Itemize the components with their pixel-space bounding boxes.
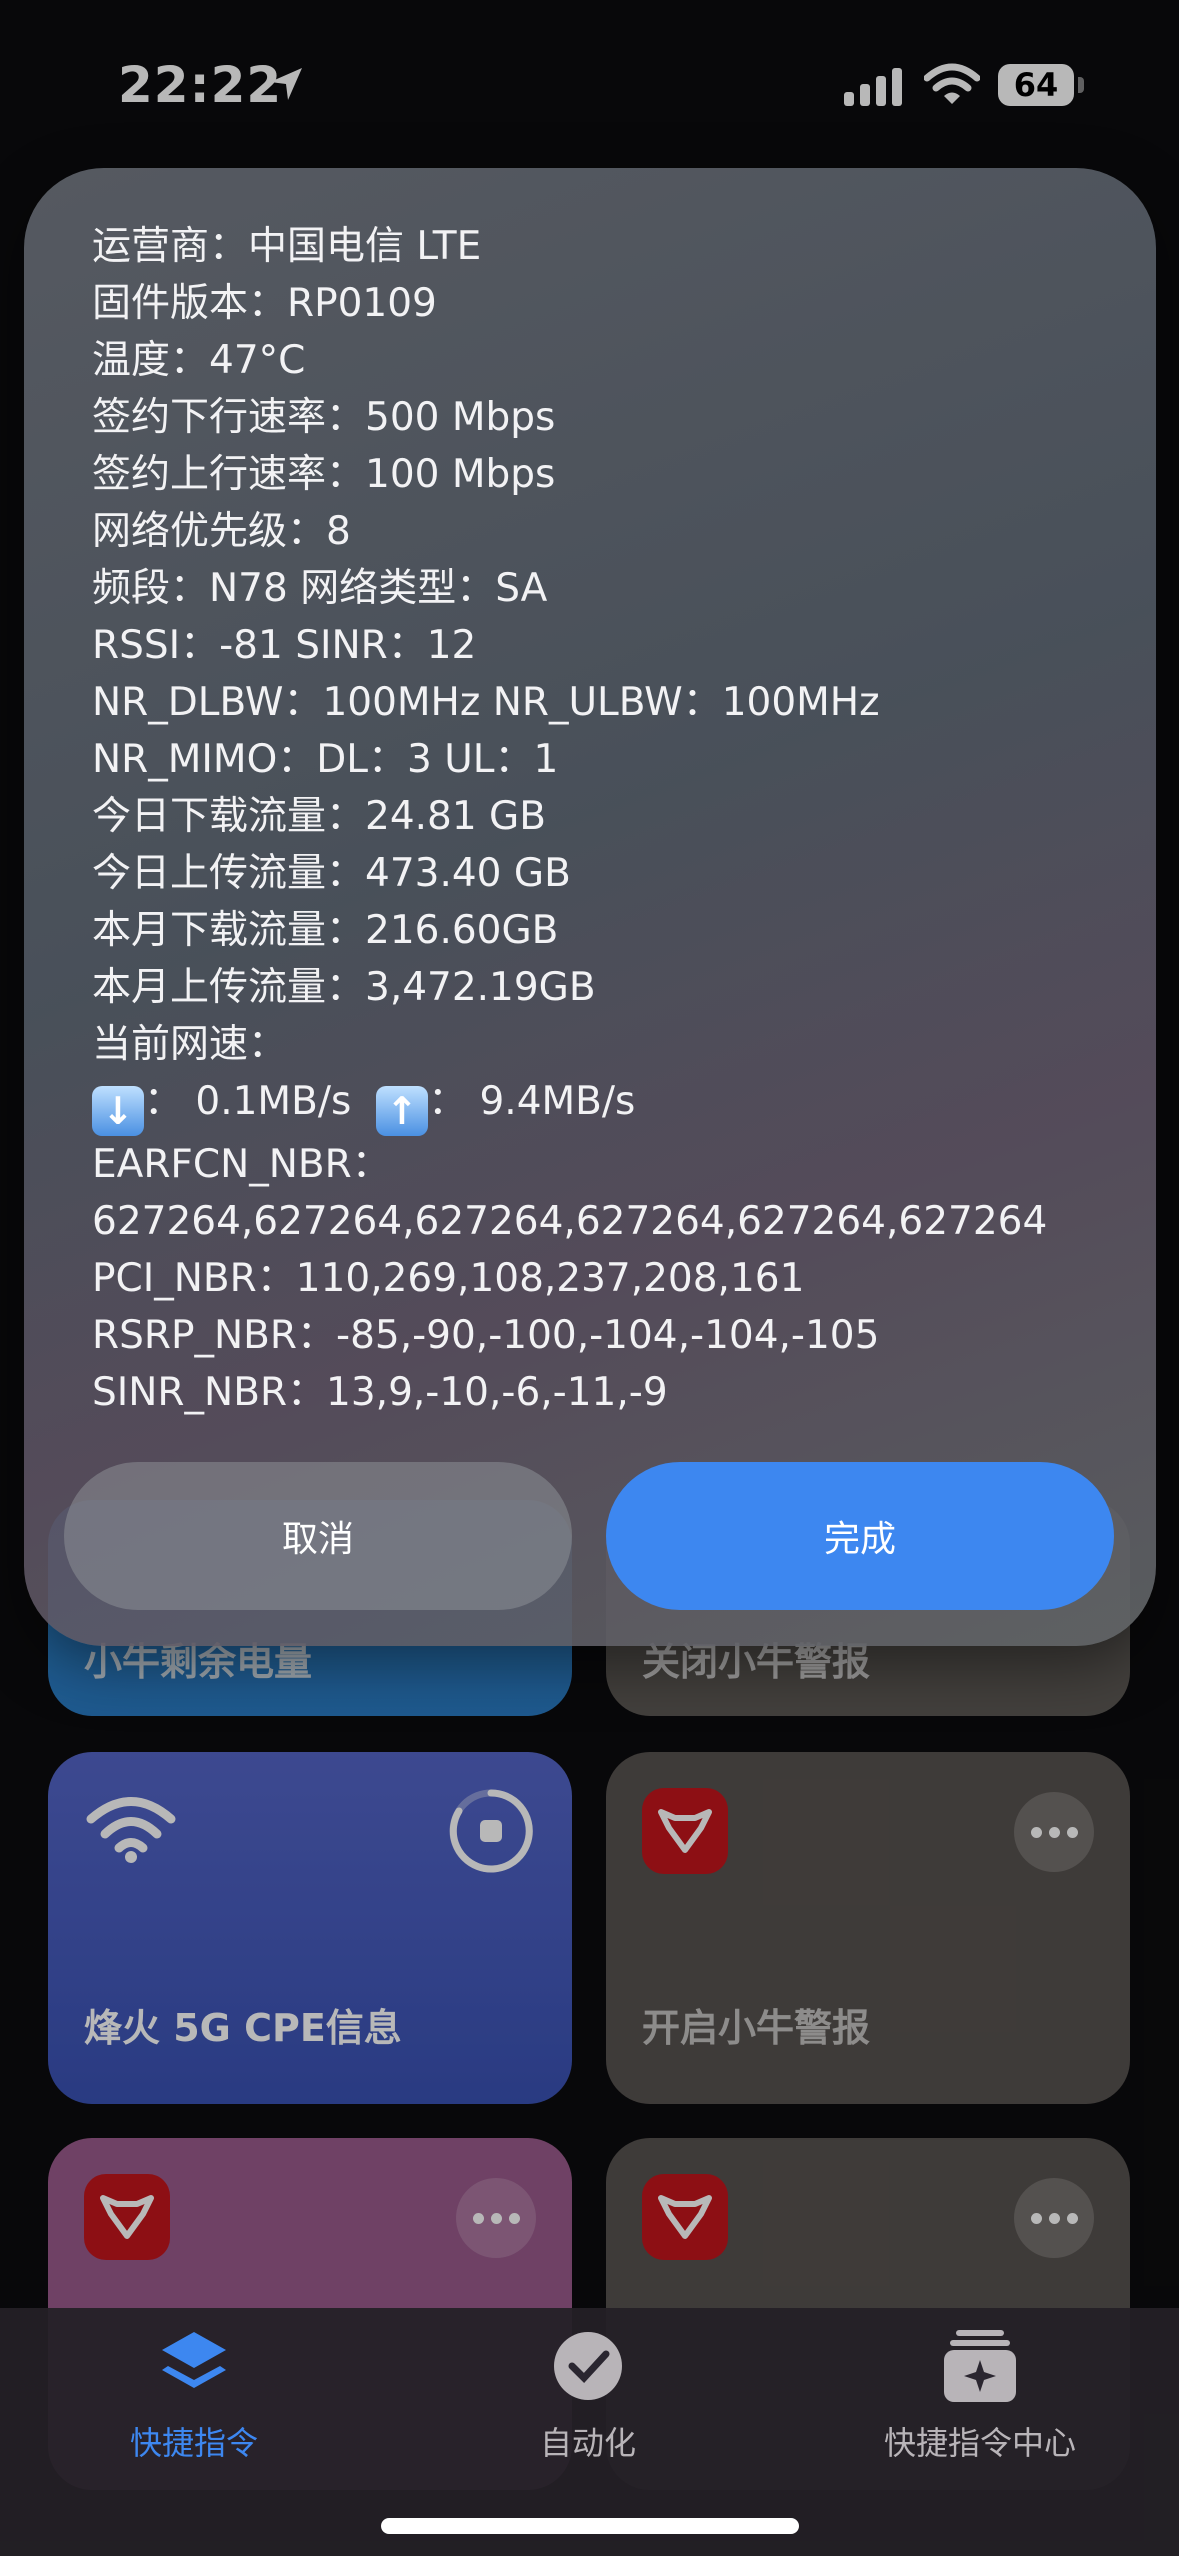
- up-arrow-icon: ↑: [376, 1086, 429, 1136]
- info-line: 今日上传流量：473.40 GB: [92, 851, 571, 896]
- tab-label: 快捷指令中心: [883, 2424, 1076, 2462]
- info-line: 本月上传流量：3,472.19GB: [92, 965, 596, 1010]
- layers-icon: [154, 2332, 234, 2408]
- tab-shortcuts[interactable]: 快捷指令: [34, 2328, 354, 2464]
- info-line: RSSI：-81 SINR：12: [92, 623, 477, 668]
- info-line: NR_MIMO：DL：3 UL：1: [92, 737, 559, 782]
- info-line: 本月下载流量：216.60GB: [92, 908, 559, 953]
- home-indicator[interactable]: [381, 2518, 799, 2534]
- info-text: 运营商：中国电信 LTE 固件版本：RP0109 温度：47°C 签约下行速率：…: [92, 218, 1102, 1421]
- tab-gallery[interactable]: 快捷指令中心: [820, 2328, 1140, 2464]
- speed-line: ↓： 0.1MB/s ↑： 9.4MB/s: [92, 1073, 1102, 1136]
- down-arrow-icon: ↓: [92, 1086, 144, 1136]
- info-line: 频段：N78 网络类型：SA: [92, 566, 548, 611]
- gallery-icon: [942, 2330, 1018, 2408]
- info-line: 今日下载流量：24.81 GB: [92, 794, 547, 839]
- info-line: PCI_NBR：110,269,108,237,208,161: [92, 1256, 805, 1301]
- tab-label: 自动化: [539, 2424, 636, 2462]
- info-line: 签约上行速率：100 Mbps: [92, 452, 556, 497]
- done-button[interactable]: 完成: [606, 1462, 1114, 1610]
- tab-label: 快捷指令: [129, 2424, 258, 2462]
- cancel-button[interactable]: 取消: [64, 1462, 572, 1610]
- info-line: 温度：47°C: [92, 338, 306, 383]
- tab-automation[interactable]: 自动化: [428, 2328, 748, 2464]
- info-line: SINR_NBR：13,9,-10,-6,-11,-9: [92, 1370, 668, 1415]
- info-line: 运营商：中国电信 LTE: [92, 224, 482, 269]
- info-line: NR_DLBW：100MHz NR_ULBW：100MHz: [92, 680, 880, 725]
- info-line: 网络优先级：8: [92, 509, 351, 554]
- info-line: RSRP_NBR：-85,-90,-100,-104,-104,-105: [92, 1313, 880, 1358]
- clock-check-icon: [550, 2332, 626, 2408]
- cpe-info-dialog: 运营商：中国电信 LTE 固件版本：RP0109 温度：47°C 签约下行速率：…: [24, 168, 1156, 1646]
- info-line: 签约下行速率：500 Mbps: [92, 395, 556, 440]
- info-line: 当前网速：: [92, 1022, 288, 1067]
- download-speed: ： 0.1MB/s: [144, 1079, 352, 1124]
- info-line: 固件版本：RP0109: [92, 281, 437, 326]
- info-line: 627264,627264,627264,627264,627264,62726…: [92, 1199, 1048, 1244]
- info-line: EARFCN_NBR：: [92, 1142, 391, 1187]
- upload-speed: ： 9.4MB/s: [428, 1079, 636, 1124]
